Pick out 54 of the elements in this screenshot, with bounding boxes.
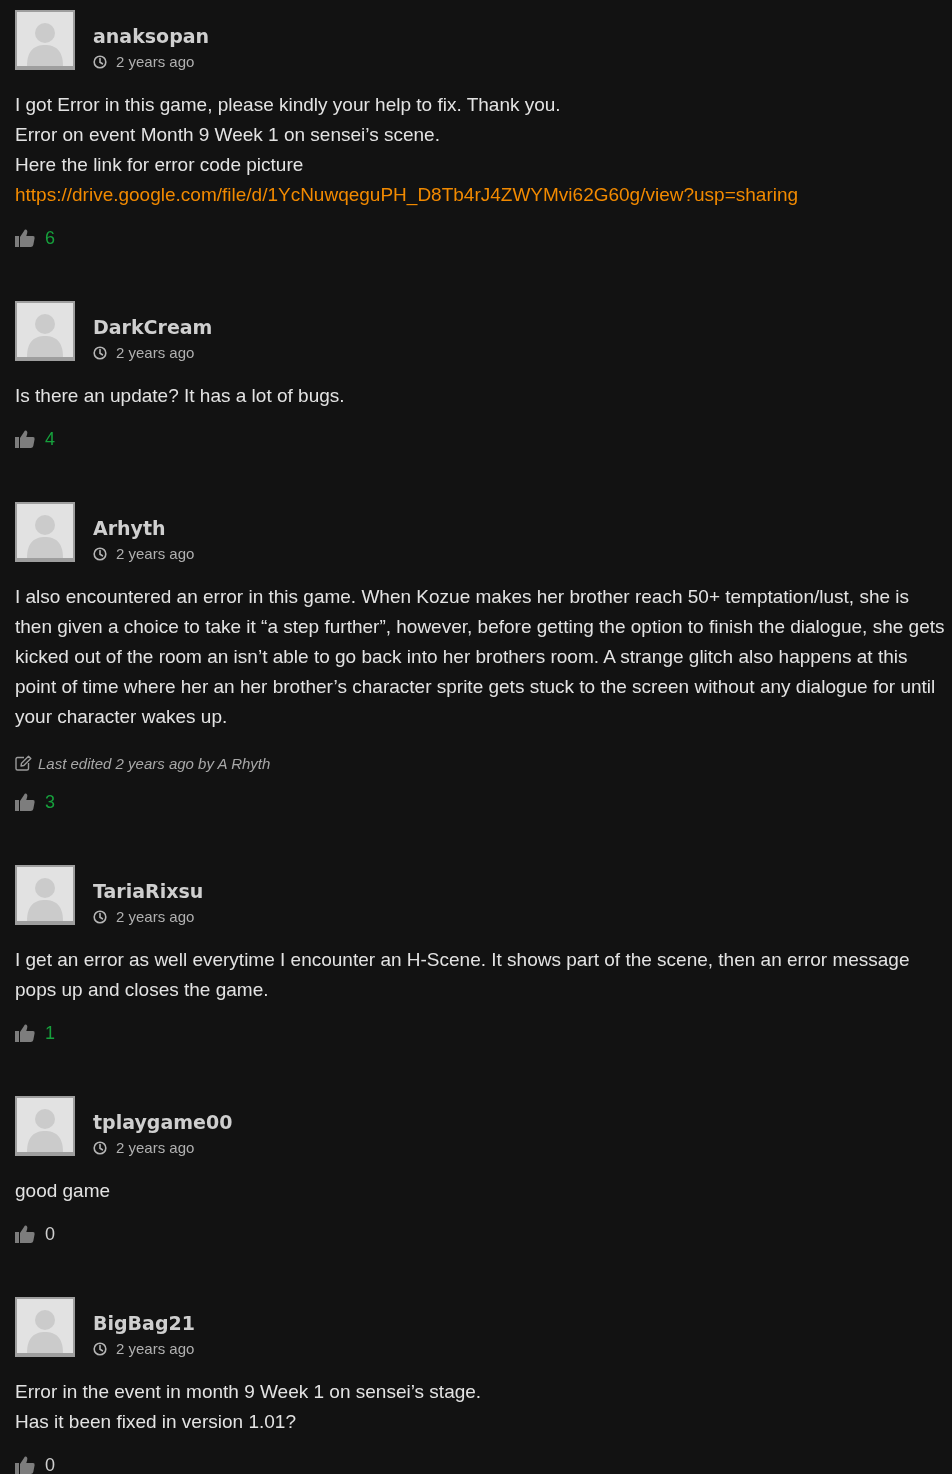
comment-text: I got Error in this game, please kindly your help to fix. Thank you. — [15, 93, 562, 117]
like-count: 6 — [45, 227, 55, 250]
avatar-icon — [15, 10, 75, 70]
comment-time: 2 years ago — [116, 544, 195, 564]
comment-text: Here the link for error code picture — [15, 153, 305, 177]
edited-note: Last edited 2 years ago by A Rhyth — [38, 754, 271, 772]
author-name: tplaygame00 — [93, 1110, 233, 1135]
like-button[interactable] — [15, 1456, 35, 1474]
clock-icon — [93, 346, 107, 360]
comment-text: Error on event Month 9 Week 1 on sensei’s scene. — [15, 123, 441, 147]
clock-icon — [93, 1342, 107, 1356]
edit-icon — [15, 755, 32, 771]
avatar-icon — [15, 1096, 75, 1156]
avatar-icon — [15, 301, 75, 361]
comment-text: I get an error as well everytime I encounter an H-Scene. It shows part of the scene, then an error message pops up and closes the game. — [15, 948, 911, 1002]
comment-time: 2 years ago — [116, 1339, 195, 1359]
like-button[interactable] — [15, 1225, 35, 1243]
author-name: anaksopan — [93, 24, 210, 49]
like-count: 0 — [45, 1454, 55, 1474]
clock-icon — [93, 547, 107, 561]
comment-text: I also encountered an error in this game. When Kozue makes her brother reach 50+ temptation/lust, she is then given a choice to take it “a step further”, however, before getting the option to finish the dialogue, she gets kicked out of the room an isn’t able to go back into her brothers room. A strange glitch also happens at this point of time where her an her brother’s character sprite gets stuck to the screen without any dialogue for until your character wakes up. — [15, 585, 946, 729]
comment-text: Is there an update? It has a lot of bugs. — [15, 384, 346, 408]
like-count: 4 — [45, 428, 55, 451]
link[interactable]: https://drive.google.com/file/d/1YcNuwqeguPH_D8Tb4rJ4ZWYMvi62G60g/view?usp=sharing — [15, 180, 799, 210]
thumbs-up-icon — [15, 793, 35, 811]
avatar-icon — [15, 502, 75, 562]
author-name: DarkCream — [93, 315, 213, 340]
like-count: 0 — [45, 1223, 55, 1246]
like-count: 3 — [45, 791, 55, 814]
comment-text: good game — [15, 1179, 112, 1203]
comment-text: Has it been fixed in version 1.01? — [15, 1410, 297, 1434]
thumbs-up-icon — [15, 1456, 35, 1474]
avatar-icon — [15, 865, 75, 925]
clock-icon — [93, 55, 107, 69]
author-name: TariaRixsu — [93, 879, 204, 904]
like-count: 1 — [45, 1022, 55, 1045]
like-button[interactable] — [15, 1024, 35, 1042]
like-button[interactable] — [15, 793, 35, 811]
comment-time: 2 years ago — [116, 52, 195, 72]
clock-icon — [93, 1141, 107, 1155]
like-button[interactable] — [15, 229, 35, 247]
comment-time: 2 years ago — [116, 907, 195, 927]
comment-time: 2 years ago — [116, 343, 195, 363]
author-name: BigBag21 — [93, 1311, 195, 1336]
author-name: Arhyth — [93, 516, 166, 541]
thumbs-up-icon — [15, 430, 35, 448]
clock-icon — [93, 910, 107, 924]
thumbs-up-icon — [15, 1024, 35, 1042]
like-button[interactable] — [15, 430, 35, 448]
comment-text: Error in the event in month 9 Week 1 on sensei’s stage. — [15, 1380, 483, 1404]
thumbs-up-icon — [15, 1225, 35, 1243]
avatar-icon — [15, 1297, 75, 1357]
comment-time: 2 years ago — [116, 1138, 195, 1158]
thumbs-up-icon — [15, 229, 35, 247]
